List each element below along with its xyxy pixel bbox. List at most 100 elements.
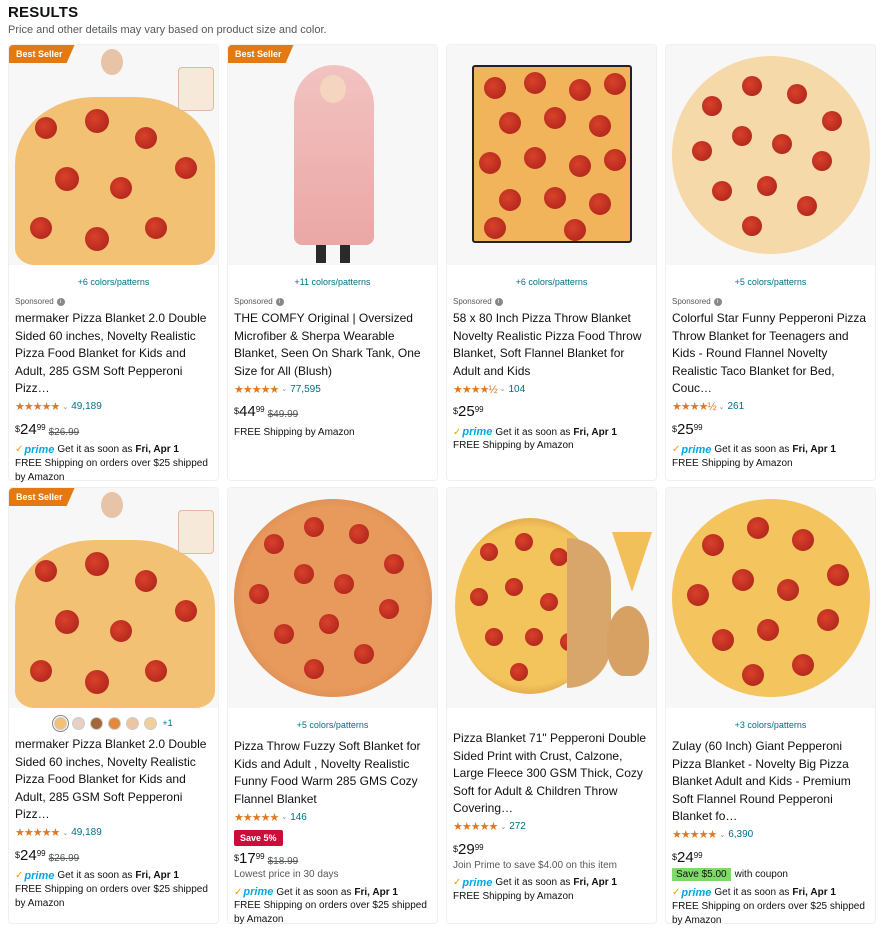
price[interactable]: $17 99 bbox=[234, 851, 265, 867]
prime-delivery: ✓ prime Get it as soon as Fri, Apr 1 bbox=[15, 443, 179, 456]
rating-count[interactable]: 49,189 bbox=[71, 827, 102, 838]
variants-link[interactable]: +3 colors/patterns bbox=[666, 716, 875, 734]
rating[interactable]: ★★★★★ ⌄ 6,390 bbox=[672, 828, 869, 842]
product-image[interactable]: Best Seller bbox=[9, 488, 218, 708]
rating-count[interactable]: 272 bbox=[509, 821, 526, 832]
rating[interactable]: ★★★★★ ⌄ 146 bbox=[234, 810, 431, 824]
info-icon[interactable]: i bbox=[275, 297, 284, 306]
swatch[interactable] bbox=[144, 716, 158, 730]
product-card[interactable]: +5 colors/patterns Sponsored i Colorful S… bbox=[665, 44, 876, 481]
price-row: $25 99 bbox=[453, 404, 650, 420]
product-grid: Best Seller +6 colors/patterns Sponsored… bbox=[8, 44, 878, 926]
coupon-badge[interactable]: Save $5.00 bbox=[672, 867, 731, 881]
shipping-info: FREE Shipping by Amazon bbox=[234, 427, 355, 438]
product-title[interactable]: THE COMFY Original | Oversized Microfibe… bbox=[234, 310, 431, 380]
shipping-info: FREE Shipping on orders over $25 shipped… bbox=[234, 900, 427, 925]
rating[interactable]: ★★★★★ ⌄ 49,189 bbox=[15, 826, 212, 840]
swatch[interactable] bbox=[108, 716, 122, 730]
best-seller-badge: Best Seller bbox=[9, 45, 75, 63]
rating[interactable]: ★★★★★ ⌄ 272 bbox=[453, 820, 650, 834]
price-row: $24 99 $26.99 bbox=[15, 847, 212, 864]
round-pizza-blanket-image bbox=[671, 499, 870, 697]
product-title[interactable]: mermaker Pizza Blanket 2.0 Double Sided … bbox=[15, 310, 212, 398]
round-pizza-blanket-image bbox=[671, 56, 870, 254]
price[interactable]: $44 99 bbox=[234, 404, 265, 420]
variants-link[interactable]: +11 colors/patterns bbox=[228, 273, 437, 291]
rating[interactable]: ★★★★★ ⌄ 77,595 bbox=[234, 382, 431, 396]
product-card[interactable]: Best Seller +11 colors/patterns Sponsore… bbox=[227, 44, 438, 481]
price[interactable]: $24 99 bbox=[15, 421, 46, 438]
chevron-down-icon[interactable]: ⌄ bbox=[500, 385, 506, 393]
product-title[interactable]: mermaker Pizza Blanket 2.0 Double Sided … bbox=[15, 736, 212, 824]
info-icon[interactable]: i bbox=[494, 297, 503, 306]
product-image[interactable] bbox=[228, 488, 437, 708]
price-row: $25 99 bbox=[672, 421, 869, 438]
coupon-line[interactable]: Save $5.00 with coupon bbox=[672, 867, 869, 881]
product-title[interactable]: Pizza Throw Fuzzy Soft Blanket for Kids … bbox=[234, 738, 431, 808]
chevron-down-icon[interactable]: ⌄ bbox=[62, 403, 68, 411]
rating-count[interactable]: 6,390 bbox=[728, 829, 753, 840]
variants-link[interactable]: +5 colors/patterns bbox=[666, 273, 875, 291]
rating-count[interactable]: 261 bbox=[728, 401, 745, 412]
sponsored-label: Sponsored i bbox=[672, 297, 869, 306]
product-image[interactable] bbox=[447, 45, 656, 265]
product-image[interactable]: Best Seller bbox=[228, 45, 437, 265]
product-title[interactable]: Pizza Blanket 71" Pepperoni Double Sided… bbox=[453, 730, 650, 818]
info-icon[interactable]: i bbox=[56, 297, 65, 306]
chevron-down-icon[interactable]: ⌄ bbox=[719, 403, 725, 411]
prime-logo-icon: ✓ prime bbox=[672, 886, 712, 899]
shipping-info: FREE Shipping by Amazon bbox=[672, 457, 793, 469]
product-image[interactable] bbox=[447, 488, 656, 708]
product-image[interactable] bbox=[666, 45, 875, 265]
sponsored-label: Sponsored i bbox=[234, 297, 431, 306]
swatch[interactable] bbox=[90, 716, 104, 730]
pizza-calzone-blanket-image bbox=[447, 488, 656, 708]
product-image[interactable] bbox=[666, 488, 875, 708]
chevron-down-icon[interactable]: ⌄ bbox=[281, 385, 287, 393]
chevron-down-icon[interactable]: ⌄ bbox=[62, 829, 68, 837]
product-title[interactable]: 58 x 80 Inch Pizza Throw Blanket Novelty… bbox=[453, 310, 650, 380]
price[interactable]: $29 99 bbox=[453, 841, 484, 858]
product-card[interactable]: +3 colors/patterns Zulay (60 Inch) Giant… bbox=[665, 487, 876, 926]
best-seller-badge: Best Seller bbox=[228, 45, 294, 63]
swatch[interactable] bbox=[72, 716, 86, 730]
price[interactable]: $24 99 bbox=[15, 847, 46, 864]
rating-count[interactable]: 104 bbox=[509, 384, 526, 395]
rating-count[interactable]: 77,595 bbox=[290, 384, 321, 395]
product-card[interactable]: Pizza Blanket 71" Pepperoni Double Sided… bbox=[446, 487, 657, 924]
info-icon[interactable]: i bbox=[713, 297, 722, 306]
product-title[interactable]: Colorful Star Funny Pepperoni Pizza Thro… bbox=[672, 310, 869, 398]
rating[interactable]: ★★★★½ ⌄ 261 bbox=[672, 400, 869, 414]
rating[interactable]: ★★★★★ ⌄ 49,189 bbox=[15, 400, 212, 414]
product-card[interactable]: +6 colors/patterns Sponsored i 58 x 80 In… bbox=[446, 44, 657, 481]
variants-link[interactable]: +6 colors/patterns bbox=[9, 273, 218, 291]
shipping-info: FREE Shipping by Amazon bbox=[453, 440, 574, 451]
product-image[interactable]: Best Seller bbox=[9, 45, 218, 265]
variants-link[interactable]: +5 colors/patterns bbox=[228, 716, 437, 734]
swatch-more-link[interactable]: +1 bbox=[162, 718, 172, 728]
product-title[interactable]: Zulay (60 Inch) Giant Pepperoni Pizza Bl… bbox=[672, 738, 869, 826]
prime-delivery: ✓ prime Get it as soon as Fri, Apr 1 bbox=[234, 886, 398, 898]
color-swatches: +1 bbox=[9, 714, 218, 732]
rating[interactable]: ★★★★½ ⌄ 104 bbox=[453, 382, 650, 396]
swatch[interactable] bbox=[52, 714, 70, 732]
chevron-down-icon[interactable]: ⌄ bbox=[500, 823, 506, 831]
chevron-down-icon[interactable]: ⌄ bbox=[719, 831, 725, 839]
prime-delivery: ✓ prime Get it as soon as Fri, Apr 1 bbox=[672, 886, 836, 899]
prime-logo-icon: ✓ prime bbox=[15, 443, 55, 456]
rating-count[interactable]: 146 bbox=[290, 812, 307, 823]
chevron-down-icon[interactable]: ⌄ bbox=[281, 813, 287, 821]
shipping-info: FREE Shipping on orders over $25 shipped… bbox=[15, 457, 208, 483]
shipping-info: FREE Shipping by Amazon bbox=[453, 890, 574, 902]
price[interactable]: $25 99 bbox=[453, 404, 484, 420]
product-card[interactable]: +5 colors/patterns Pizza Throw Fuzzy Sof… bbox=[227, 487, 438, 925]
rating-count[interactable]: 49,189 bbox=[71, 401, 102, 412]
price[interactable]: $24 99 bbox=[672, 849, 703, 866]
star-rating-icon: ★★★★½ bbox=[453, 383, 498, 396]
product-card[interactable]: Best Seller +1 mermaker Pizza Blanket 2.… bbox=[8, 487, 219, 924]
product-card[interactable]: Best Seller +6 colors/patterns Sponsored… bbox=[8, 44, 219, 483]
swatch[interactable] bbox=[126, 716, 140, 730]
variants-link[interactable]: +6 colors/patterns bbox=[447, 273, 656, 291]
price[interactable]: $25 99 bbox=[672, 421, 703, 438]
pizza-blanket-image bbox=[9, 45, 218, 265]
